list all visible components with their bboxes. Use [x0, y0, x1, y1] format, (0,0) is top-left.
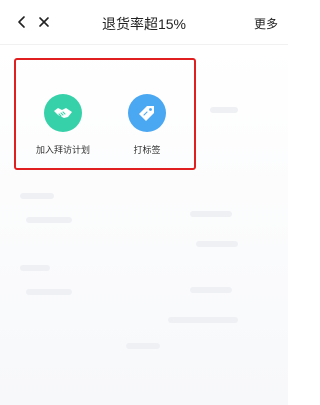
page-title: 退货率超15%	[101, 16, 187, 32]
background-bar	[168, 317, 238, 323]
background-bar	[126, 343, 160, 349]
action-panel: 加入拜访计划 打标签	[14, 58, 196, 170]
add-tag-label: 打标签	[133, 145, 161, 155]
background-bar	[190, 211, 232, 217]
top-bar: 退货率超15% 更多	[0, 0, 288, 44]
tag-icon	[139, 106, 154, 121]
more-button[interactable]: 更多	[254, 15, 278, 32]
handshake-icon	[54, 108, 72, 118]
background-bar	[20, 265, 50, 271]
add-tag-icon-circle	[128, 94, 166, 132]
background-bar	[190, 287, 232, 293]
add-visit-plan-button[interactable]: 加入拜访计划	[28, 94, 98, 156]
background-bar	[210, 107, 238, 113]
add-visit-plan-icon-circle	[44, 94, 82, 132]
background-bar	[26, 217, 72, 223]
background-bar	[196, 241, 238, 247]
add-tag-button[interactable]: 打标签	[112, 94, 182, 156]
background-bar	[26, 289, 72, 295]
background-bar	[20, 193, 54, 199]
add-visit-plan-label: 加入拜访计划	[35, 145, 90, 155]
